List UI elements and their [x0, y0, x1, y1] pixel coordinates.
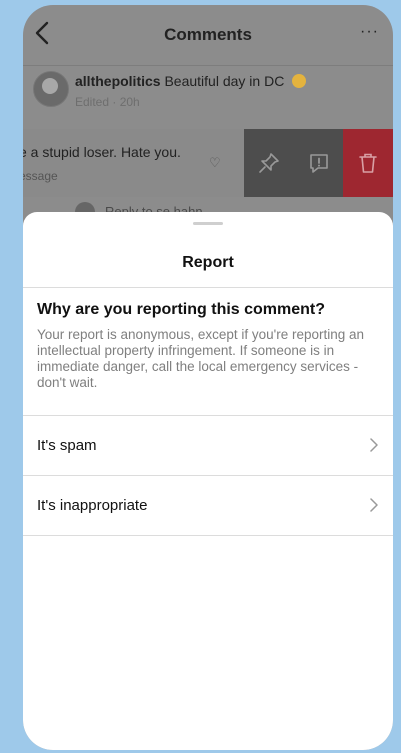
post-username[interactable]: allthepolitics — [75, 73, 161, 89]
avatar[interactable] — [33, 71, 69, 107]
comment-subtext: essage — [23, 169, 58, 183]
divider — [23, 535, 393, 536]
report-icon — [310, 154, 328, 173]
question-description: Your report is anonymous, except if you'… — [37, 327, 365, 390]
post-caption: allthepolitics Beautiful day in DC Edite… — [33, 71, 373, 121]
post-line: allthepolitics Beautiful day in DC — [75, 73, 307, 89]
divider — [23, 65, 393, 66]
question-title: Why are you reporting this comment? — [37, 301, 326, 318]
post-meta: Edited · 20h — [75, 95, 140, 109]
delete-comment-button[interactable] — [343, 129, 393, 197]
drag-handle[interactable] — [193, 222, 223, 225]
comment-text: e a stupid loser. Hate you. — [23, 144, 181, 160]
page-title: Comments — [164, 25, 252, 44]
option-inappropriate[interactable]: It's inappropriate — [23, 476, 393, 534]
sun-emoji-icon — [292, 74, 307, 88]
heart-icon[interactable]: ♡ — [209, 155, 221, 171]
trash-icon — [359, 153, 377, 173]
option-label: It's inappropriate — [37, 496, 148, 514]
option-label: It's spam — [37, 436, 97, 454]
report-sheet: Report Why are you reporting this commen… — [23, 212, 393, 750]
phone-screen: Comments ··· allthepolitics Beautiful da… — [23, 5, 393, 750]
top-bar: Comments ··· — [23, 5, 393, 65]
sheet-title: Report — [182, 254, 234, 271]
chevron-right-icon — [370, 498, 378, 512]
pin-comment-button[interactable] — [244, 129, 294, 197]
more-icon[interactable]: ··· — [360, 23, 379, 41]
back-arrow-icon[interactable] — [31, 19, 55, 47]
divider — [23, 287, 393, 288]
comment-row[interactable]: e a stupid loser. Hate you. essage ♡ — [23, 129, 393, 197]
post-caption-text: Beautiful day in DC — [164, 73, 285, 89]
chevron-right-icon — [370, 438, 378, 452]
report-comment-button[interactable] — [294, 129, 344, 197]
pin-icon — [259, 153, 279, 173]
option-spam[interactable]: It's spam — [23, 416, 393, 474]
